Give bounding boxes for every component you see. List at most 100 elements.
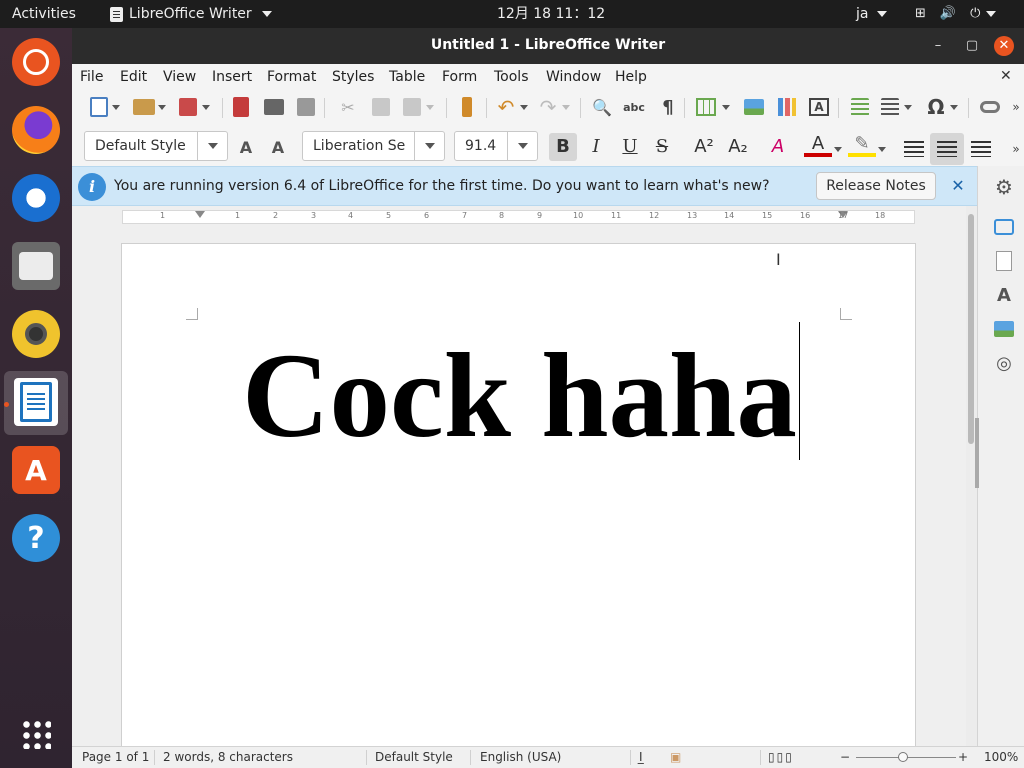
undo-button[interactable]: ↶ — [494, 95, 518, 119]
clock[interactable]: 12月 18 11：12 — [497, 0, 605, 28]
italic-button[interactable]: I — [582, 133, 610, 161]
find-replace-button[interactable]: 🔍 — [590, 95, 614, 119]
menu-edit[interactable]: Edit — [120, 69, 147, 85]
clone-formatting-button[interactable] — [455, 95, 479, 119]
release-notes-button[interactable]: Release Notes — [816, 172, 936, 200]
open-button[interactable] — [132, 95, 156, 119]
insert-textbox-button[interactable]: A — [807, 95, 831, 119]
font-color-button[interactable]: A — [804, 133, 832, 157]
zoom-slider-knob[interactable] — [898, 752, 908, 762]
insert-field-button[interactable] — [878, 95, 902, 119]
scrollbar-thumb[interactable] — [968, 214, 974, 444]
activities-button[interactable]: Activities — [12, 0, 76, 28]
redo-dropdown[interactable] — [560, 95, 572, 119]
close-window-button[interactable]: ✕ — [994, 36, 1014, 56]
bold-button[interactable]: B — [549, 133, 577, 161]
input-method-menu[interactable]: ja — [856, 0, 887, 28]
chevron-down-icon[interactable] — [197, 132, 227, 160]
update-style-button[interactable]: A — [234, 135, 258, 159]
align-center-button[interactable] — [930, 133, 964, 165]
language-status[interactable]: English (USA) — [480, 747, 561, 768]
copy-button[interactable] — [369, 95, 393, 119]
infobar-close-button[interactable]: ✕ — [948, 173, 968, 199]
print-button[interactable] — [262, 95, 286, 119]
word-count-status[interactable]: 2 words, 8 characters — [163, 747, 293, 768]
font-name-combo[interactable]: Liberation Se — [302, 131, 445, 161]
insert-hyperlink-button[interactable] — [978, 95, 1002, 119]
highlight-button[interactable]: ✎ — [848, 133, 876, 157]
new-document-button[interactable] — [87, 95, 111, 119]
menu-tools[interactable]: Tools — [494, 69, 529, 85]
font-color-dropdown[interactable] — [832, 137, 844, 161]
save-dropdown[interactable] — [200, 95, 212, 119]
insert-chart-button[interactable] — [775, 95, 799, 119]
menu-form[interactable]: Form — [442, 69, 477, 85]
formatting-marks-button[interactable]: ¶ — [656, 95, 680, 119]
view-layout-icon[interactable]: ▯▯▯ — [768, 747, 794, 768]
menu-view[interactable]: View — [163, 69, 196, 85]
underline-button[interactable]: U — [616, 133, 644, 161]
insert-image-button[interactable] — [742, 95, 766, 119]
menu-help[interactable]: Help — [615, 69, 647, 85]
zoom-out-button[interactable]: − — [840, 747, 850, 768]
font-size-combo[interactable]: 91.4 — [454, 131, 538, 161]
dock-rhythmbox-icon[interactable] — [12, 310, 60, 358]
maximize-button[interactable]: ▢ — [962, 36, 982, 56]
cut-button[interactable]: ✂ — [336, 95, 360, 119]
dock-files-icon[interactable] — [12, 242, 60, 290]
insert-table-button[interactable] — [694, 95, 718, 119]
insert-table-dropdown[interactable] — [720, 95, 732, 119]
sidebar-page-button[interactable] — [993, 250, 1015, 272]
document-body-text[interactable]: Cock haha — [122, 326, 917, 466]
save-button[interactable] — [176, 95, 200, 119]
clear-formatting-button[interactable]: A — [764, 133, 792, 161]
formatting-overflow-button[interactable]: » — [1004, 137, 1024, 161]
menu-format[interactable]: Format — [267, 69, 316, 85]
paste-dropdown[interactable] — [424, 95, 436, 119]
menu-window[interactable]: Window — [546, 69, 601, 85]
align-left-button[interactable] — [902, 137, 926, 161]
document-page[interactable]: Cock haha I — [121, 243, 916, 746]
dock-show-applications-icon[interactable] — [12, 710, 60, 758]
special-character-dropdown[interactable] — [948, 95, 960, 119]
sidebar-settings-button[interactable]: ⚙ — [993, 175, 1015, 199]
dock-thunderbird-icon[interactable] — [12, 174, 60, 222]
system-status-menu[interactable]: ⊞ 🔊 ⏻ — [915, 0, 997, 28]
align-right-button[interactable] — [969, 137, 993, 161]
zoom-in-button[interactable]: + — [958, 747, 968, 768]
new-style-button[interactable]: A — [266, 135, 290, 159]
dock-firefox-icon[interactable] — [12, 106, 60, 154]
close-document-button[interactable]: ✕ — [1000, 68, 1012, 84]
page-style-status[interactable]: Default Style — [375, 747, 453, 768]
highlight-dropdown[interactable] — [876, 137, 888, 161]
insert-field-dropdown[interactable] — [902, 95, 914, 119]
sidebar-styles-button[interactable]: A — [993, 284, 1015, 306]
insert-special-character-button[interactable]: Ω — [924, 95, 948, 119]
menu-file[interactable]: File — [80, 69, 103, 85]
print-preview-button[interactable] — [294, 95, 318, 119]
horizontal-ruler[interactable]: 1 1 2 3 4 5 6 7 8 9 10 11 12 13 14 15 16… — [122, 210, 915, 224]
menu-table[interactable]: Table — [389, 69, 425, 85]
app-menu[interactable]: LibreOffice Writer — [110, 0, 272, 28]
redo-button[interactable]: ↷ — [536, 95, 560, 119]
left-indent-marker[interactable] — [195, 211, 205, 218]
undo-dropdown[interactable] — [518, 95, 530, 119]
dock-software-store-icon[interactable]: A — [12, 446, 60, 494]
export-pdf-button[interactable] — [229, 95, 253, 119]
chevron-down-icon[interactable] — [507, 132, 537, 160]
strikethrough-button[interactable]: S — [648, 133, 676, 161]
sidebar-properties-button[interactable] — [993, 216, 1015, 238]
open-dropdown[interactable] — [156, 95, 168, 119]
superscript-button[interactable]: A² — [690, 133, 718, 161]
paste-button[interactable] — [400, 95, 424, 119]
window-titlebar[interactable]: Untitled 1 - LibreOffice Writer – ▢ ✕ — [72, 28, 1024, 64]
paragraph-style-combo[interactable]: Default Style — [84, 131, 228, 161]
spelling-button[interactable]: abc — [622, 95, 646, 119]
document-modified-icon[interactable]: ▣ — [670, 747, 681, 768]
chevron-down-icon[interactable] — [414, 132, 444, 160]
sidebar-resize-handle[interactable] — [975, 418, 979, 488]
menu-insert[interactable]: Insert — [212, 69, 252, 85]
menu-styles[interactable]: Styles — [332, 69, 374, 85]
dock-libreoffice-writer-icon[interactable] — [14, 378, 58, 426]
dock-ubuntu-logo-icon[interactable] — [12, 38, 60, 86]
